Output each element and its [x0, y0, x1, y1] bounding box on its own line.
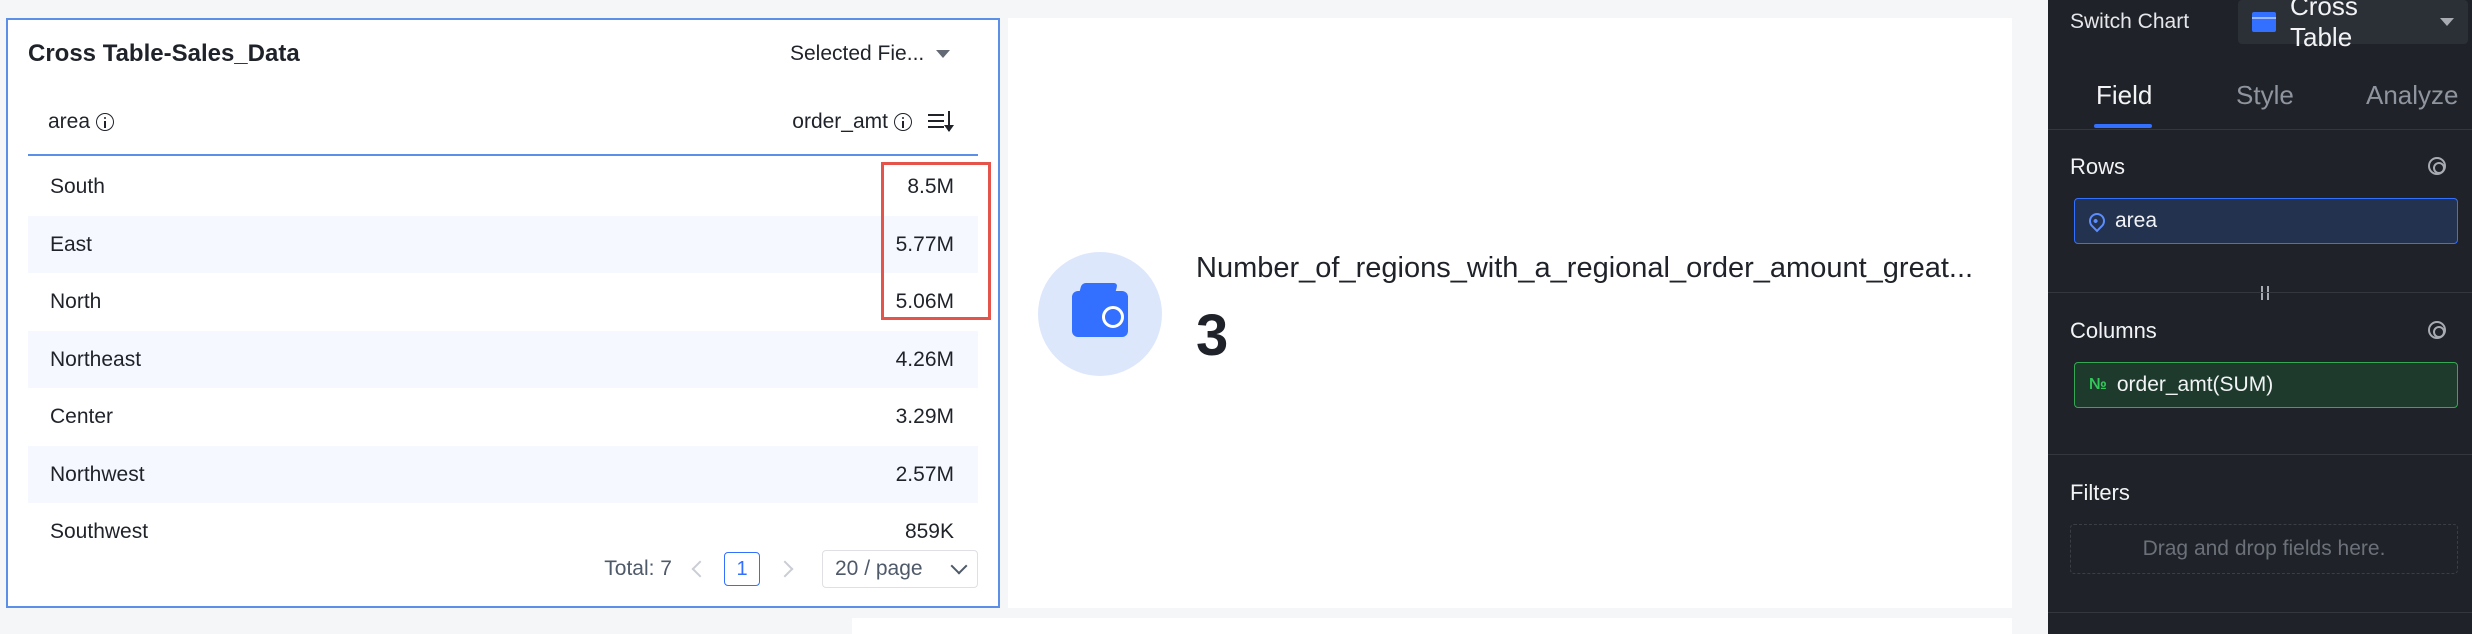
- filters-section-title: Filters: [2070, 480, 2130, 505]
- cell-area: North: [50, 290, 102, 313]
- panel-tabs: Field Style Analyze: [2048, 68, 2472, 130]
- tab-analyze[interactable]: Analyze: [2366, 80, 2459, 111]
- table-body: South 8.5M East 5.77M North 5.06M Northe…: [28, 158, 978, 561]
- selected-fields-label: Selected Fie...: [790, 42, 925, 65]
- pagination: Total: 7 1 20 / page: [604, 550, 978, 588]
- kpi-icon-circle: [1038, 252, 1162, 376]
- chart-type-select[interactable]: Cross Table: [2238, 0, 2468, 52]
- page-size-value: 20 / page: [835, 557, 923, 580]
- total-count: Total: 7: [604, 557, 672, 580]
- prev-page-icon[interactable]: [686, 554, 710, 584]
- kpi-value: 3: [1196, 303, 1229, 368]
- table-row[interactable]: Northwest 2.57M: [28, 445, 978, 503]
- wallet-icon: [1072, 291, 1128, 337]
- tab-field[interactable]: Field: [2093, 80, 2153, 128]
- measure-number-icon: №: [2089, 376, 2107, 393]
- table-row[interactable]: South 8.5M: [28, 158, 978, 216]
- columns-section-title: Columns: [2070, 318, 2157, 343]
- cell-order-amt: 4.26M: [895, 347, 954, 371]
- cell-order-amt: 859K: [904, 520, 954, 543]
- cross-table-icon: [2252, 12, 2276, 32]
- filters-placeholder: Drag and drop fields here.: [2142, 537, 2386, 560]
- cell-order-amt: 2.57M: [895, 462, 954, 486]
- selected-fields-dropdown[interactable]: Selected Fie...: [790, 42, 951, 66]
- rows-field-pill[interactable]: area: [2074, 198, 2458, 244]
- caret-down-icon: [936, 50, 951, 58]
- filters-dropzone[interactable]: Drag and drop fields here.: [2070, 524, 2458, 574]
- kpi-label: Number_of_regions_with_a_regional_order_…: [1196, 252, 1974, 284]
- cell-order-amt: 5.06M: [895, 290, 954, 313]
- rows-field-label: area: [2115, 209, 2158, 232]
- settings-panel: Switch Chart Cross Table Field Style Ana…: [2048, 0, 2472, 634]
- info-icon[interactable]: [894, 113, 912, 131]
- table-row[interactable]: Center 3.29M: [28, 388, 978, 446]
- cell-area: Center: [50, 405, 114, 428]
- kpi-card[interactable]: Number_of_regions_with_a_regional_order_…: [1008, 18, 2012, 608]
- page-size-select[interactable]: 20 / page: [822, 550, 978, 588]
- card-title: Cross Table-Sales_Data: [28, 40, 300, 67]
- columns-field-pill[interactable]: № order_amt(SUM): [2074, 362, 2458, 408]
- dimension-pin-icon: [2085, 209, 2109, 233]
- cell-order-amt: 3.29M: [895, 405, 954, 428]
- info-icon[interactable]: [96, 113, 115, 131]
- table-header: area order_amt: [28, 92, 978, 156]
- section-divider: [2048, 612, 2472, 613]
- cell-order-amt: 8.5M: [907, 175, 954, 198]
- section-divider: [2048, 454, 2472, 455]
- next-page-icon[interactable]: [774, 554, 798, 584]
- page-number-button[interactable]: 1: [724, 552, 760, 586]
- cell-area: South: [50, 175, 105, 198]
- gear-icon[interactable]: [2428, 157, 2446, 175]
- column-header-area[interactable]: area: [48, 110, 115, 134]
- switch-chart-label: Switch Chart: [2070, 10, 2190, 33]
- cross-table-card[interactable]: Cross Table-Sales_Data Selected Fie... a…: [6, 18, 1000, 608]
- column-header-label: order_amt: [792, 110, 888, 133]
- gear-icon[interactable]: [2428, 321, 2446, 339]
- columns-field-label: order_amt(SUM): [2116, 373, 2274, 396]
- cell-area: Northeast: [50, 347, 142, 371]
- table-row[interactable]: East 5.77M: [28, 215, 978, 273]
- section-divider: [2048, 292, 2472, 293]
- column-header-label: area: [48, 110, 91, 133]
- column-header-order-amt[interactable]: order_amt: [792, 110, 954, 134]
- caret-down-icon: [2440, 18, 2454, 26]
- next-card-edge: [852, 618, 2012, 634]
- swap-rows-columns-icon[interactable]: [2258, 284, 2272, 302]
- table-row[interactable]: North 5.06M: [28, 273, 978, 331]
- table-row[interactable]: Northeast 4.26M: [28, 330, 978, 388]
- tab-style[interactable]: Style: [2236, 80, 2294, 111]
- cell-order-amt: 5.77M: [895, 232, 954, 256]
- rows-section-title: Rows: [2070, 154, 2126, 179]
- switch-chart-row: Switch Chart Cross Table: [2070, 0, 2472, 52]
- chevron-down-icon: [950, 557, 968, 575]
- cell-area: Southwest: [50, 520, 149, 543]
- chart-type-value: Cross Table: [2290, 0, 2358, 52]
- sort-descending-icon[interactable]: [928, 111, 954, 133]
- cell-area: Northwest: [50, 462, 145, 486]
- cell-area: East: [50, 232, 93, 256]
